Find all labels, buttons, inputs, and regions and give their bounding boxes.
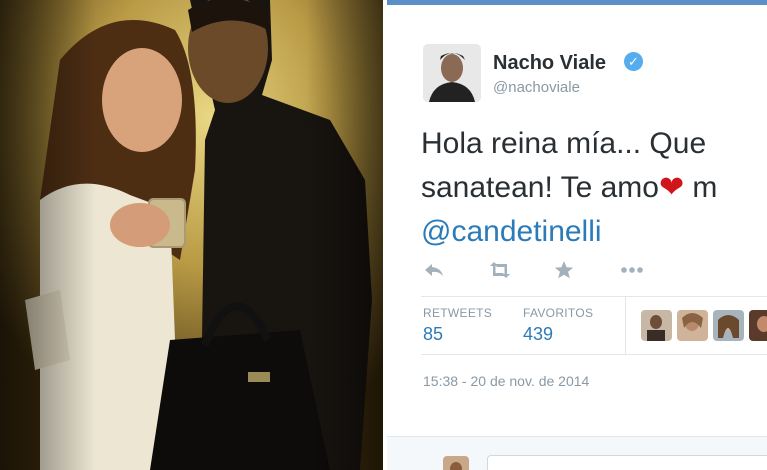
tweet-text-line-2-end: m	[684, 171, 718, 204]
retweets-label: RETWEETS	[423, 306, 493, 320]
favoriter-avatar[interactable]	[677, 310, 708, 341]
retweets-count[interactable]: 85	[423, 324, 443, 345]
favoriter-avatar[interactable]	[713, 310, 744, 341]
tweet-text: Hola reina mía... Que sanatean! Te amo❤ …	[421, 122, 717, 254]
tweet-text-line-2-start: sanatean! Te amo	[421, 171, 659, 204]
favoriter-avatar[interactable]	[749, 310, 767, 341]
mention-link[interactable]: @candetinelli	[421, 210, 717, 254]
author-handle[interactable]: @nachoviale	[493, 79, 580, 96]
star-icon[interactable]	[553, 260, 579, 280]
heart-icon: ❤	[658, 171, 685, 204]
tweet-card: Nacho Viale ✓ @nachoviale Hola reina mía…	[387, 0, 767, 470]
reply-area	[387, 436, 767, 470]
more-icon[interactable]	[619, 260, 645, 280]
favoriter-avatar[interactable]	[641, 310, 672, 341]
stats-top-divider	[421, 296, 767, 297]
tweet-timestamp[interactable]: 15:38 - 20 de nov. de 2014	[423, 373, 589, 389]
favorites-label: FAVORITOS	[523, 306, 594, 320]
stats-bottom-divider	[421, 354, 767, 355]
retweet-icon[interactable]	[487, 260, 513, 280]
tweet-text-line-1: Hola reina mía... Que	[421, 127, 707, 160]
author-name[interactable]: Nacho Viale	[493, 52, 606, 75]
favorites-count[interactable]: 439	[523, 324, 553, 345]
couple-photo	[0, 0, 383, 470]
verified-badge-icon: ✓	[624, 52, 643, 71]
reply-input[interactable]	[487, 455, 767, 470]
reply-icon[interactable]	[423, 260, 449, 280]
current-user-avatar	[443, 456, 469, 470]
tweet-text-line-2: sanatean! Te amo❤ m	[421, 166, 717, 210]
author-avatar[interactable]	[423, 44, 481, 102]
top-accent-bar	[387, 0, 767, 5]
stats-vertical-divider	[625, 296, 626, 354]
